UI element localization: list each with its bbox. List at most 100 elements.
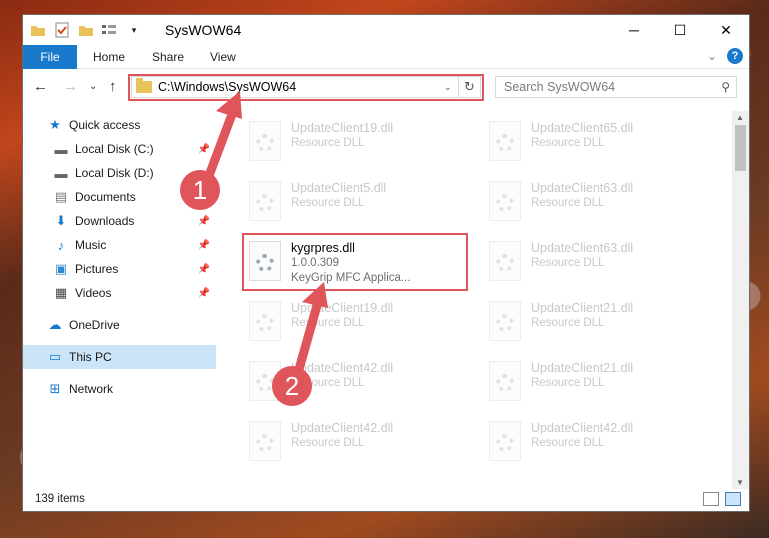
tab-home[interactable]: Home — [93, 45, 125, 69]
recent-locations-button[interactable]: ⌄ — [89, 81, 97, 92]
file-item[interactable]: UpdateClient63.dll Resource DLL — [479, 173, 709, 229]
dll-file-icon — [249, 301, 281, 341]
forward-button[interactable]: → — [63, 78, 78, 95]
minimize-button[interactable]: ─ — [611, 15, 657, 45]
up-button[interactable]: ↑ — [109, 78, 117, 95]
nav-music[interactable]: ♪ Music 📌 — [23, 233, 216, 257]
nav-label: Downloads — [75, 214, 135, 228]
file-item[interactable]: UpdateClient21.dll Resource DLL — [479, 293, 709, 349]
nav-label: Videos — [75, 286, 112, 300]
window-controls: ─ ☐ ✕ — [611, 15, 749, 45]
music-icon: ♪ — [57, 237, 65, 253]
downloads-icon: ⬇ — [55, 213, 67, 228]
network-icon: ⊞ — [49, 381, 61, 396]
nav-local-disk-c[interactable]: ▬ Local Disk (C:) 📌 — [23, 137, 216, 161]
properties-icon[interactable] — [53, 21, 71, 39]
dll-file-icon — [489, 421, 521, 461]
dll-file-icon — [249, 421, 281, 461]
nav-network[interactable]: ⊞ Network — [23, 377, 216, 401]
dll-file-icon — [489, 181, 521, 221]
status-bar: 139 items — [23, 487, 749, 511]
nav-label: Local Disk (D:) — [75, 166, 154, 180]
file-type: Resource DLL — [291, 437, 365, 449]
scroll-down-icon[interactable]: ▼ — [736, 478, 744, 487]
vertical-scrollbar[interactable]: ▲ ▼ — [732, 111, 749, 489]
back-button[interactable]: ← — [33, 78, 48, 95]
step-badge-1: 1 — [180, 170, 220, 210]
file-name: UpdateClient42.dll — [531, 421, 634, 435]
file-name: UpdateClient42.dll — [291, 421, 394, 435]
tab-share[interactable]: Share — [152, 45, 184, 69]
pictures-icon: ▣ — [54, 261, 68, 276]
tiles-view-button[interactable] — [725, 492, 741, 506]
view-toggle — [703, 492, 741, 506]
nav-label: OneDrive — [69, 318, 120, 332]
folder-icon[interactable] — [29, 21, 47, 39]
search-placeholder: Search SysWOW64 — [504, 80, 616, 94]
nav-label: Music — [75, 238, 107, 252]
help-icon[interactable]: ? — [727, 48, 743, 64]
new-folder-icon[interactable] — [77, 21, 95, 39]
close-button[interactable]: ✕ — [703, 15, 749, 45]
star-icon: ★ — [49, 117, 61, 132]
drive-icon: ▬ — [54, 141, 68, 157]
dll-file-icon — [249, 181, 281, 221]
file-name: UpdateClient5.dll — [291, 181, 387, 195]
window-title: SysWOW64 — [165, 22, 242, 38]
file-type: Resource DLL — [531, 437, 605, 449]
file-type: Resource DLL — [531, 317, 605, 329]
file-highlight-box — [242, 233, 468, 291]
file-name: UpdateClient63.dll — [531, 241, 634, 255]
scroll-up-icon[interactable]: ▲ — [736, 113, 744, 122]
nav-label: Local Disk (C:) — [75, 142, 154, 156]
file-type: Resource DLL — [291, 137, 365, 149]
nav-label: This PC — [69, 350, 112, 364]
nav-label: Network — [69, 382, 114, 396]
file-type: Resource DLL — [291, 197, 365, 209]
explorer-window: ▾ SysWOW64 ─ ☐ ✕ File Home Share View ⌄ … — [22, 14, 750, 512]
pin-icon: 📌 — [197, 215, 210, 227]
scrollbar-thumb[interactable] — [735, 125, 746, 171]
tab-file[interactable]: File — [23, 45, 77, 69]
maximize-button[interactable]: ☐ — [657, 15, 703, 45]
file-type: Resource DLL — [531, 197, 605, 209]
file-item[interactable]: UpdateClient42.dll Resource DLL — [479, 413, 709, 469]
nav-pictures[interactable]: ▣ Pictures 📌 — [23, 257, 216, 281]
nav-label: Quick access — [69, 118, 141, 132]
step-badge-2: 2 — [272, 366, 312, 406]
file-item[interactable]: UpdateClient19.dll Resource DLL — [239, 293, 469, 349]
file-name: UpdateClient21.dll — [531, 361, 634, 375]
drive-icon: ▬ — [54, 165, 68, 181]
search-box[interactable]: Search SysWOW64 ⚲ — [495, 76, 737, 98]
nav-this-pc[interactable]: ▭ This PC — [23, 345, 216, 369]
details-view-button[interactable] — [703, 492, 719, 506]
nav-videos[interactable]: ▦ Videos 📌 — [23, 281, 216, 305]
item-count: 139 items — [35, 493, 85, 505]
file-item[interactable]: UpdateClient21.dll Resource DLL — [479, 353, 709, 409]
cloud-icon: ☁ — [48, 317, 62, 332]
file-item[interactable]: UpdateClient63.dll Resource DLL — [479, 233, 709, 289]
customize-toolbar-icon[interactable]: ▾ — [125, 21, 143, 39]
nav-downloads[interactable]: ⬇ Downloads 📌 — [23, 209, 216, 233]
view-options-icon[interactable] — [101, 21, 119, 39]
pin-icon: 📌 — [197, 287, 210, 299]
file-type: Resource DLL — [531, 257, 605, 269]
tab-view[interactable]: View — [210, 45, 236, 69]
file-item[interactable]: UpdateClient42.dll Resource DLL — [239, 413, 469, 469]
file-item[interactable]: UpdateClient5.dll Resource DLL — [239, 173, 469, 229]
expand-ribbon-icon[interactable]: ⌄ — [707, 49, 717, 63]
file-item[interactable]: UpdateClient19.dll Resource DLL — [239, 113, 469, 169]
search-icon[interactable]: ⚲ — [721, 80, 730, 94]
file-type: Resource DLL — [531, 377, 605, 389]
nav-onedrive[interactable]: ☁ OneDrive — [23, 313, 216, 337]
file-name: UpdateClient19.dll — [291, 121, 394, 135]
file-name: UpdateClient21.dll — [531, 301, 634, 315]
documents-icon: ▤ — [54, 189, 68, 204]
navigation-pane: ★ Quick access ▬ Local Disk (C:) 📌 ▬ Loc… — [23, 111, 216, 489]
file-item[interactable]: UpdateClient65.dll Resource DLL — [479, 113, 709, 169]
address-row: ← → ⌄ ↑ C:\Windows\SysWOW64 ⌄ ↻ Search S… — [23, 70, 749, 104]
nav-quick-access[interactable]: ★ Quick access — [23, 113, 216, 137]
dll-file-icon — [489, 241, 521, 281]
file-name: UpdateClient63.dll — [531, 181, 634, 195]
ribbon-tabs: File Home Share View ⌄ ? — [23, 45, 749, 69]
